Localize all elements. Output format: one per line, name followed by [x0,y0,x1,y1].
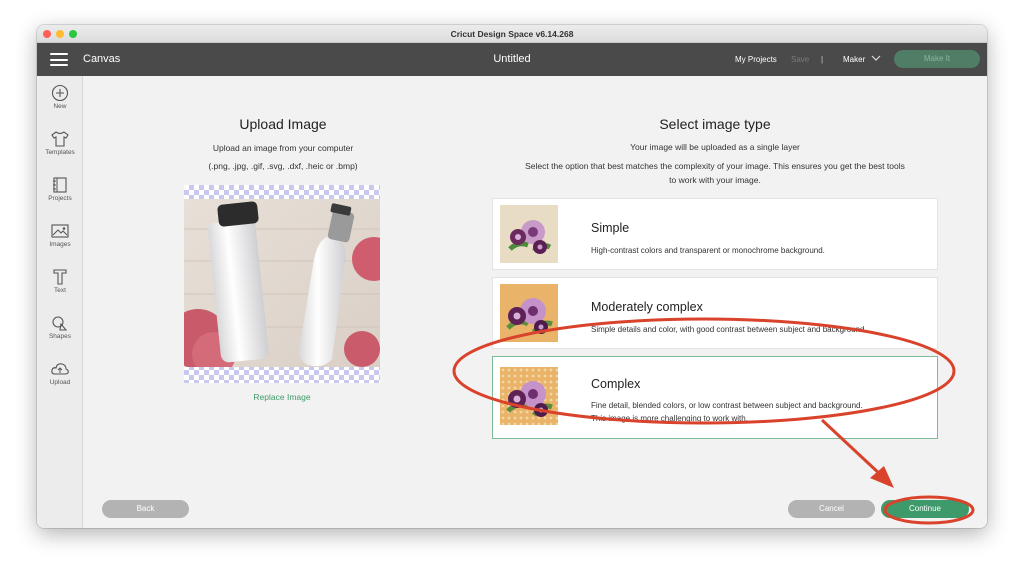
window-controls [43,30,77,38]
sidebar-item-shapes[interactable]: Shapes [37,314,83,340]
sidebar-item-text[interactable]: Text [37,268,83,294]
make-it-button[interactable]: Make It [894,50,980,68]
sidebar-item-label: Templates [45,149,75,156]
upload-dialog: Upload Image Upload an image from your c… [83,76,987,528]
sidebar-item-label: Projects [48,195,72,202]
upload-image-title: Upload Image [239,116,327,132]
simple-thumbnail [500,205,558,263]
option-description: Simple details and color, with good cont… [591,325,867,334]
canvas-label: Canvas [83,53,121,65]
uploaded-photo [184,199,380,367]
cancel-button[interactable]: Cancel [788,500,875,518]
image-preview [184,185,380,383]
sidebar-item-label: Upload [49,379,71,386]
machine-select[interactable]: Maker [843,43,865,76]
complexity-instruction-2: to work with your image. [669,175,761,185]
option-title: Complex [591,377,641,391]
text-t-icon [53,269,67,285]
sidebar-item-projects[interactable]: Projects [37,176,83,202]
continue-button[interactable]: Continue [881,500,969,518]
zoom-window-icon[interactable] [69,30,77,38]
sidebar-item-templates[interactable]: Templates [37,130,83,156]
sidebar-item-label: Text [54,287,66,294]
option-complex[interactable]: Complex Fine detail, blended colors, or … [492,356,938,439]
tshirt-icon [51,131,69,147]
image-icon [51,224,69,238]
plus-circle-icon [51,84,69,102]
sidebar-item-upload[interactable]: Upload [37,360,83,386]
sidebar-item-images[interactable]: Images [37,222,83,248]
replace-image-link[interactable]: Replace Image [184,392,380,402]
minimize-window-icon[interactable] [56,30,64,38]
complexity-instruction-1: Select the option that best matches the … [525,161,905,171]
notebook-icon [53,177,67,193]
sidebar-item-label: Images [49,241,71,248]
close-window-icon[interactable] [43,30,51,38]
hamburger-menu-icon[interactable] [50,53,68,66]
cloud-upload-icon [51,363,69,375]
option-title: Moderately complex [591,300,703,314]
complex-thumbnail [500,367,558,425]
option-description-2: This image is more challenging to work w… [591,414,748,423]
upload-instruction: Upload an image from your computer [212,143,354,153]
header-separator: | [821,55,824,64]
left-sidebar: New Templates Projects Images Text Shape… [37,76,83,528]
window-title: Cricut Design Space v6.14.268 [450,29,574,39]
single-layer-note: Your image will be uploaded as a single … [630,142,800,152]
shapes-icon [52,316,68,331]
select-image-type-title: Select image type [659,116,771,132]
moderate-thumbnail [500,284,558,342]
app-window: Cricut Design Space v6.14.268 Canvas Unt… [37,25,987,528]
app-header: Canvas Untitled My Projects Save | Maker… [37,43,987,76]
option-description: High-contrast colors and transparent or … [591,246,825,255]
back-button[interactable]: Back [102,500,189,518]
chevron-down-icon[interactable] [871,54,881,64]
supported-formats: (.png, .jpg, .gif, .svg, .dxf, .heic or … [208,161,358,171]
option-simple[interactable]: Simple High-contrast colors and transpar… [492,198,938,270]
option-title: Simple [591,221,630,235]
option-description: Fine detail, blended colors, or low cont… [591,401,863,410]
title-bar: Cricut Design Space v6.14.268 [37,25,987,43]
sidebar-item-label: Shapes [48,333,72,340]
sidebar-item-new[interactable]: New [37,84,83,110]
save-button[interactable]: Save [791,43,809,76]
option-moderately-complex[interactable]: Moderately complex Simple details and co… [492,277,938,349]
my-projects-link[interactable]: My Projects [735,43,777,76]
sidebar-item-label: New [53,103,67,110]
